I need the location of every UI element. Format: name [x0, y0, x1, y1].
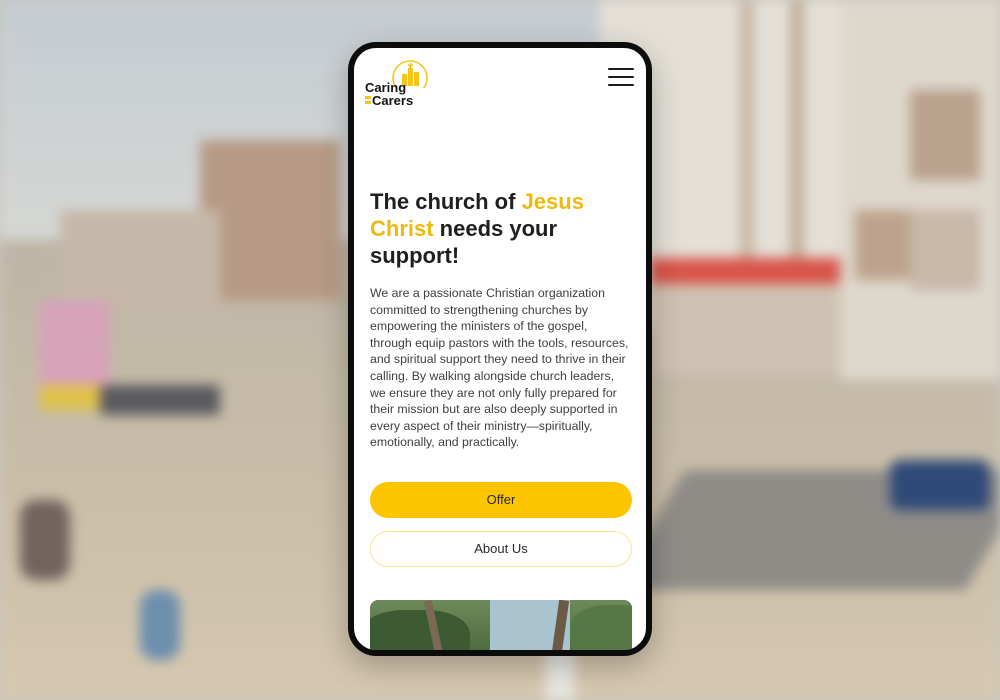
hero-description: We are a passionate Christian organizati…	[370, 286, 629, 450]
hamburger-menu-icon[interactable]	[608, 68, 636, 90]
about-us-button[interactable]: About Us	[370, 531, 632, 567]
logo-text-line2: Carers	[372, 93, 414, 108]
hero-photo	[370, 600, 632, 650]
logo-accent-mark	[365, 96, 371, 99]
caring-carers-logo[interactable]: Caring Carers	[364, 58, 432, 108]
title-text: The church of	[370, 189, 522, 214]
site-header: Caring Carers	[354, 48, 646, 108]
offer-button[interactable]: Offer	[370, 482, 632, 518]
hero-section: The church of Jesus Christ needs your su…	[370, 188, 632, 451]
phone-mockup: Caring Carers The church of Jesus Christ…	[348, 42, 652, 656]
phone-screen: Caring Carers The church of Jesus Christ…	[354, 48, 646, 650]
logo-accent-mark	[365, 101, 371, 104]
page-title: The church of Jesus Christ needs your su…	[370, 188, 632, 269]
